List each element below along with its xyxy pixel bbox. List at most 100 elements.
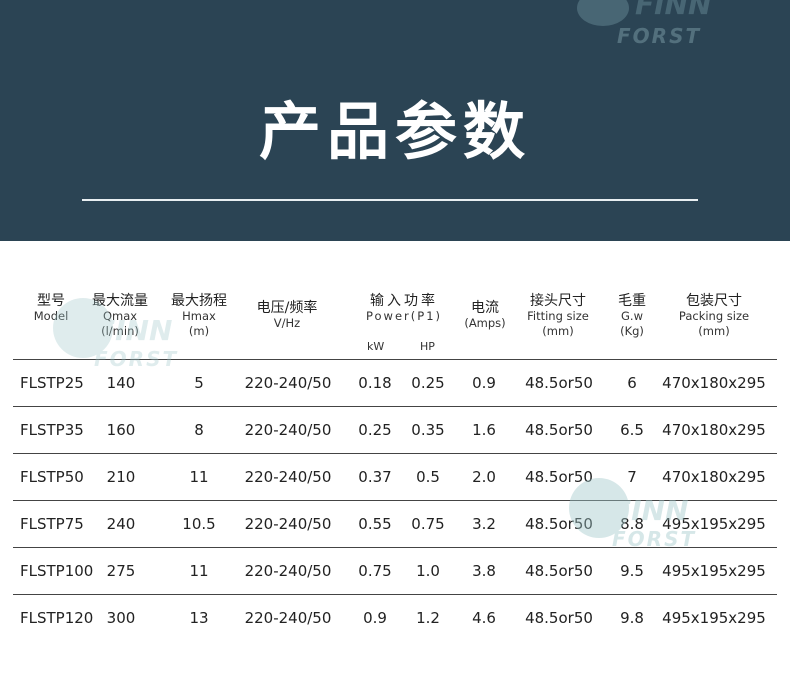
cell-packing: 495x195x295 bbox=[662, 515, 766, 533]
header-vhz: 电压/频率 V/Hz bbox=[241, 301, 333, 331]
header-hmax-cn: 最大扬程 bbox=[171, 293, 227, 309]
header-gw-unit: (Kg) bbox=[620, 324, 644, 338]
cell-amps: 1.6 bbox=[472, 421, 496, 439]
cell-kw: 0.55 bbox=[358, 515, 392, 533]
table-row: FLSTP50 210 11 220-240/50 0.37 0.5 2.0 4… bbox=[13, 453, 777, 499]
cell-hmax: 11 bbox=[189, 468, 209, 486]
cell-amps: 2.0 bbox=[472, 468, 496, 486]
cell-qmax: 140 bbox=[106, 374, 136, 392]
cell-qmax: 275 bbox=[106, 562, 136, 580]
cell-kw: 0.25 bbox=[358, 421, 392, 439]
cell-hmax: 8 bbox=[194, 421, 204, 439]
header-qmax-en: Qmax bbox=[102, 309, 138, 323]
header-packing: 包装尺寸 Packing size (mm) bbox=[661, 294, 767, 339]
cell-model: FLSTP120 bbox=[20, 609, 94, 627]
cell-kw: 0.9 bbox=[363, 609, 387, 627]
cell-hp: 1.2 bbox=[416, 609, 440, 627]
header-amps-en: (Amps) bbox=[464, 316, 506, 330]
cell-amps: 3.2 bbox=[472, 515, 496, 533]
watermark-top-logo-icon: FINN bbox=[577, 0, 711, 26]
cell-hp: 0.25 bbox=[411, 374, 445, 392]
header-power-kw: kW bbox=[367, 340, 385, 353]
header-qmax-unit: (l/min) bbox=[101, 324, 139, 338]
cell-hmax: 5 bbox=[194, 374, 204, 392]
table-row: FLSTP75 240 10.5 220-240/50 0.55 0.75 3.… bbox=[13, 500, 777, 546]
cell-hmax: 13 bbox=[189, 609, 209, 627]
cell-hmax: 10.5 bbox=[182, 515, 216, 533]
cell-vhz: 220-240/50 bbox=[244, 562, 332, 580]
table-row: FLSTP100 275 11 220-240/50 0.75 1.0 3.8 … bbox=[13, 547, 777, 593]
cell-gw: 9.5 bbox=[620, 562, 644, 580]
cell-hp: 0.75 bbox=[411, 515, 445, 533]
header-fitting-unit: (mm) bbox=[542, 324, 574, 338]
cell-packing: 495x195x295 bbox=[662, 562, 766, 580]
table-row: FLSTP120 300 13 220-240/50 0.9 1.2 4.6 4… bbox=[13, 594, 777, 640]
header-model: 型号 Model bbox=[21, 294, 81, 324]
watermark-top: FINN FORST bbox=[575, 0, 775, 54]
cell-packing: 495x195x295 bbox=[662, 609, 766, 627]
cell-model: FLSTP25 bbox=[20, 374, 84, 392]
cell-gw: 9.8 bbox=[620, 609, 644, 627]
cell-amps: 3.8 bbox=[472, 562, 496, 580]
cell-fitting: 48.5or50 bbox=[525, 609, 593, 627]
header-fitting: 接头尺寸 Fitting size (mm) bbox=[518, 294, 598, 339]
cell-qmax: 210 bbox=[106, 468, 136, 486]
page-title: 产品参数 bbox=[258, 95, 531, 168]
cell-fitting: 48.5or50 bbox=[525, 374, 593, 392]
cell-qmax: 240 bbox=[106, 515, 136, 533]
cell-kw: 0.18 bbox=[358, 374, 392, 392]
cell-model: FLSTP50 bbox=[20, 468, 84, 486]
header-packing-en: Packing size bbox=[678, 309, 750, 323]
cell-gw: 6 bbox=[627, 374, 637, 392]
cell-hp: 1.0 bbox=[416, 562, 440, 580]
header-fitting-en: Fitting size bbox=[527, 309, 589, 323]
header-vhz-cn: 电压/频率 bbox=[256, 300, 318, 316]
header-qmax: 最大流量 Qmax (l/min) bbox=[83, 294, 157, 339]
cell-hp: 0.5 bbox=[416, 468, 440, 486]
cell-packing: 470x180x295 bbox=[662, 374, 766, 392]
header-power-hp: HP bbox=[420, 340, 435, 353]
header-packing-cn: 包装尺寸 bbox=[686, 293, 742, 309]
cell-qmax: 160 bbox=[106, 421, 136, 439]
cell-vhz: 220-240/50 bbox=[244, 515, 332, 533]
cell-vhz: 220-240/50 bbox=[244, 374, 332, 392]
header-amps: 电流 (Amps) bbox=[455, 301, 515, 331]
cell-kw: 0.75 bbox=[358, 562, 392, 580]
header-fitting-cn: 接头尺寸 bbox=[530, 293, 586, 309]
cell-fitting: 48.5or50 bbox=[525, 468, 593, 486]
header-hmax: 最大扬程 Hmax (m) bbox=[163, 294, 235, 339]
header-banner: FINN FORST 产品参数 bbox=[0, 0, 790, 241]
cell-amps: 4.6 bbox=[472, 609, 496, 627]
header-model-cn: 型号 bbox=[37, 293, 65, 309]
cell-amps: 0.9 bbox=[472, 374, 496, 392]
header-vhz-en: V/Hz bbox=[273, 316, 301, 330]
cell-gw: 6.5 bbox=[620, 421, 644, 439]
cell-vhz: 220-240/50 bbox=[244, 421, 332, 439]
header-packing-unit: (mm) bbox=[698, 324, 730, 338]
cell-packing: 470x180x295 bbox=[662, 468, 766, 486]
cell-vhz: 220-240/50 bbox=[244, 609, 332, 627]
header-qmax-cn: 最大流量 bbox=[92, 293, 148, 309]
cell-hp: 0.35 bbox=[411, 421, 445, 439]
header-power-cn: 输入功率 bbox=[370, 293, 438, 309]
table-row: FLSTP25 140 5 220-240/50 0.18 0.25 0.9 4… bbox=[13, 359, 777, 405]
title-underline bbox=[82, 199, 698, 201]
cell-model: FLSTP75 bbox=[20, 515, 84, 533]
svg-text:FINN: FINN bbox=[635, 0, 711, 21]
header-power: 输入功率 Power(P1) bbox=[349, 294, 459, 324]
header-model-en: Model bbox=[33, 309, 69, 323]
cell-qmax: 300 bbox=[106, 609, 136, 627]
header-gw-en: G.w bbox=[621, 309, 643, 323]
cell-fitting: 48.5or50 bbox=[525, 515, 593, 533]
cell-gw: 7 bbox=[627, 468, 637, 486]
cell-kw: 0.37 bbox=[358, 468, 392, 486]
cell-gw: 8.8 bbox=[620, 515, 644, 533]
cell-packing: 470x180x295 bbox=[662, 421, 766, 439]
header-gw: 毛重 G.w (Kg) bbox=[608, 294, 656, 339]
header-gw-cn: 毛重 bbox=[618, 293, 646, 309]
header-power-en: Power(P1) bbox=[366, 309, 442, 323]
cell-fitting: 48.5or50 bbox=[525, 562, 593, 580]
cell-vhz: 220-240/50 bbox=[244, 468, 332, 486]
table-row: FLSTP35 160 8 220-240/50 0.25 0.35 1.6 4… bbox=[13, 406, 777, 452]
header-hmax-en: Hmax bbox=[182, 309, 216, 323]
